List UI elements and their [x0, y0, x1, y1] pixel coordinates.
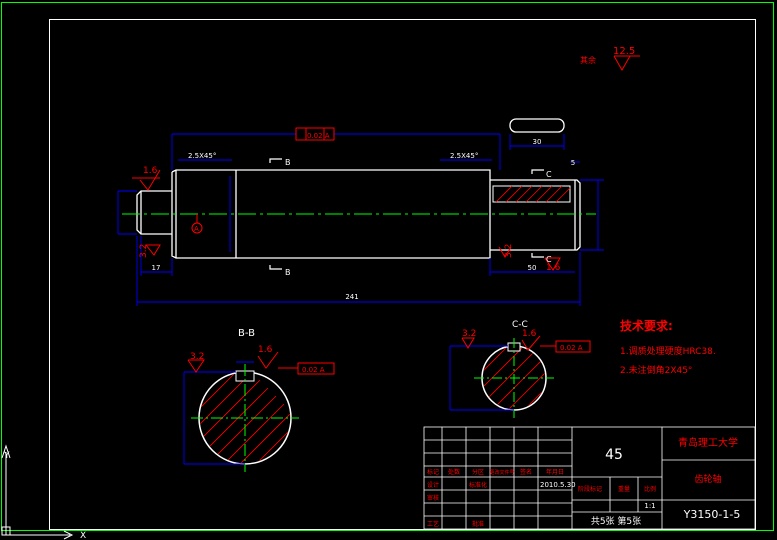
- ucs-y-label: Y: [3, 451, 10, 461]
- ymd-label: 年月日: [546, 468, 564, 476]
- chamfer-right-text: 2.5X45°: [450, 152, 478, 160]
- roughness-32-left: 3.2: [139, 244, 149, 258]
- notes-item-1: 1.调质处理硬度HRC38.: [620, 345, 716, 357]
- scale-text: 1:1: [644, 502, 655, 510]
- tolerance-sym-b: 0.02 A: [302, 366, 325, 374]
- drawing-number-text: Y3150-1-5: [683, 508, 741, 521]
- outer-frame: [1, 2, 774, 531]
- datum-a-label: A: [194, 225, 199, 233]
- roughness-16-right: 1.6: [546, 263, 561, 273]
- roughness-32-cc: 3.2: [462, 329, 476, 339]
- roughness-32-right: 3.2: [504, 244, 514, 258]
- design-label: 设计: [427, 481, 439, 489]
- zone-label: 分区: [472, 468, 484, 476]
- cut-c-bottom: C: [546, 255, 552, 264]
- ratio-label: 比例: [644, 485, 656, 493]
- roughness-16-cc: 1.6: [522, 329, 537, 339]
- roughness-symbols-main: [132, 55, 640, 271]
- cut-c-top: C: [546, 170, 552, 179]
- roughness-other-value: 12.5: [613, 46, 635, 57]
- roughness-32-bb: 3.2: [190, 352, 204, 362]
- dim-5: 5: [571, 159, 575, 167]
- check-label: 审核: [427, 494, 439, 502]
- tolerance-sym-c: 0.02 A: [560, 344, 583, 352]
- std-label: 标准化: [469, 481, 487, 489]
- ucs-x-label: X: [80, 531, 86, 540]
- dim-17: 17: [152, 264, 161, 272]
- ucs-icon: [1, 444, 74, 540]
- keyway-hatch: [492, 185, 571, 203]
- section-cc-view: [449, 335, 591, 418]
- approve-label: 批准: [472, 520, 484, 528]
- roughness-16-left: 1.6: [143, 166, 158, 176]
- section-bb-label: B-B: [238, 328, 255, 339]
- sheet-text: 共5张 第5张: [591, 515, 641, 527]
- university-text: 青岛理工大学: [678, 436, 738, 449]
- process-label: 工艺: [427, 520, 439, 528]
- weight-label: 重量: [618, 485, 630, 493]
- count-label: 处数: [448, 468, 460, 476]
- cut-b-bottom: B: [285, 268, 291, 277]
- change-label: 更改文件号: [489, 469, 514, 476]
- notes-item-2: 2.未注倒角2X45°: [620, 364, 692, 376]
- date-text: 2010.5.30: [540, 481, 576, 489]
- tolerance-runout-text: 0.02 A: [307, 132, 330, 140]
- mark-label: 标记: [427, 468, 439, 476]
- roughness-other-prefix: 其余: [580, 55, 596, 65]
- dim-keyway-length: 30: [533, 138, 542, 146]
- dim-50: 50: [528, 264, 537, 272]
- shaft-outline: [136, 118, 581, 259]
- part-name-text: 齿轮轴: [694, 473, 721, 485]
- chamfer-left-text: 2.5X45°: [188, 152, 216, 160]
- cad-drawing-canvas[interactable]: Y X 0.02 A 241 17 50 5 30 2.5X45° 2.5X45…: [0, 0, 777, 540]
- material-text: 45: [605, 447, 623, 463]
- sign-label: 签名: [520, 468, 532, 476]
- dim-overall-length: 241: [345, 293, 358, 301]
- notes-title: 技术要求:: [620, 318, 673, 333]
- cut-b-top: B: [285, 158, 291, 167]
- inner-frame: [49, 19, 756, 530]
- roughness-16-bb: 1.6: [258, 345, 273, 355]
- stage-label: 阶段标记: [578, 485, 602, 493]
